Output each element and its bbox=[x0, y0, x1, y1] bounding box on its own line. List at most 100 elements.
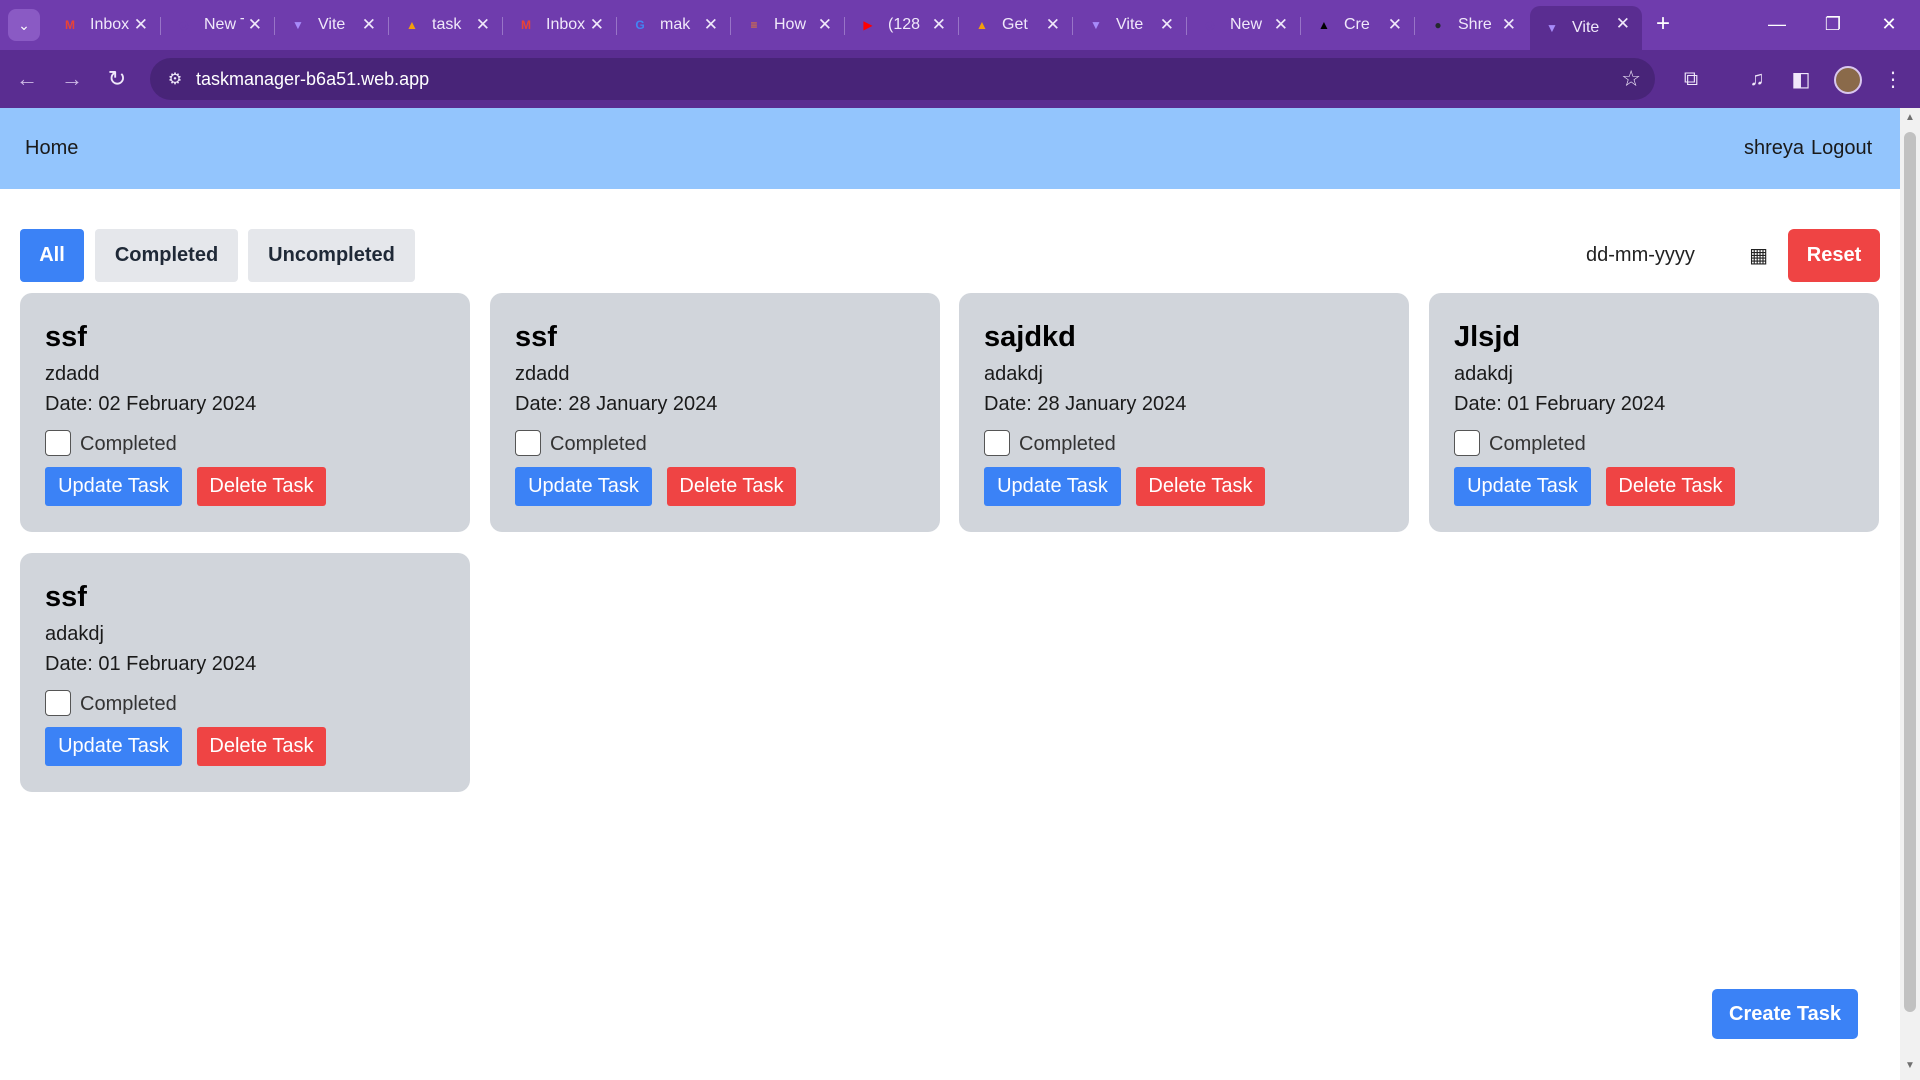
menu-icon[interactable]: ⋮ bbox=[1878, 64, 1908, 94]
task-title: Jlsjd bbox=[1454, 321, 1521, 353]
completed-label: Completed bbox=[550, 433, 647, 455]
browser-tab[interactable]: ◎ New Tab✕ bbox=[162, 7, 275, 43]
browser-tab[interactable]: M Inbox ✕ bbox=[504, 7, 617, 43]
delete-task-button[interactable]: Delete Task bbox=[197, 727, 326, 766]
tab-close-icon[interactable]: ✕ bbox=[1616, 14, 1630, 34]
vite-icon: ▼ bbox=[1546, 21, 1558, 35]
task-date: Date: 01 February 2024 bbox=[1454, 393, 1666, 415]
task-date: Date: 28 January 2024 bbox=[984, 393, 1187, 415]
extensions-icon[interactable]: ⧉ bbox=[1676, 64, 1706, 94]
completed-checkbox[interactable] bbox=[515, 430, 541, 456]
filter-uncompleted-button[interactable]: Uncompleted bbox=[248, 229, 415, 282]
browser-tab[interactable]: ▼ Vite ✕ bbox=[276, 7, 389, 43]
task-card: ssf zdadd Date: 02 February 2024 Completed U… bbox=[20, 293, 470, 532]
tab-title: (128 bbox=[888, 16, 921, 33]
tab-close-icon[interactable]: ✕ bbox=[362, 15, 376, 35]
bookmark-star-icon[interactable]: ☆ bbox=[1621, 66, 1641, 92]
firebase-icon: ▲ bbox=[406, 18, 418, 32]
task-card: ssf adakdj Date: 01 February 2024 Completed… bbox=[20, 553, 470, 792]
completed-label: Completed bbox=[1489, 433, 1586, 455]
back-button[interactable]: ← bbox=[10, 62, 44, 96]
delete-task-button[interactable]: Delete Task bbox=[197, 467, 326, 506]
tab-close-icon[interactable]: ✕ bbox=[134, 15, 148, 35]
reload-icon: ↻ bbox=[107, 66, 127, 91]
browser-tab[interactable]: Gmak ✕ bbox=[618, 7, 731, 43]
url-text[interactable]: taskmanager-b6a51.web.app bbox=[196, 69, 429, 90]
media-controls-icon[interactable]: ♫ bbox=[1742, 64, 1772, 94]
tab-title: Shre bbox=[1458, 16, 1492, 33]
scroll-down-arrow-icon[interactable]: ▼ bbox=[1904, 1060, 1916, 1072]
tab-close-icon[interactable]: ✕ bbox=[1274, 15, 1288, 35]
browser-tab[interactable]: ≡ How ✕ bbox=[732, 7, 845, 43]
completed-checkbox[interactable] bbox=[45, 690, 71, 716]
tab-close-icon[interactable]: ✕ bbox=[704, 15, 718, 35]
browser-tab[interactable]: M Inbox ✕ bbox=[48, 7, 161, 43]
tab-close-icon[interactable]: ✕ bbox=[590, 15, 604, 35]
browser-tab[interactable]: ▶ (128 ✕ bbox=[846, 7, 959, 43]
tab-close-icon[interactable]: ✕ bbox=[1388, 15, 1402, 35]
browser-tab[interactable]: ▲ task ✕ bbox=[390, 7, 503, 43]
browser-tab[interactable]: ◎ New ✕ bbox=[1188, 7, 1301, 43]
completed-checkbox[interactable] bbox=[45, 430, 71, 456]
completed-checkbox[interactable] bbox=[984, 430, 1010, 456]
tab-close-icon[interactable]: ✕ bbox=[932, 15, 946, 35]
scroll-up-arrow-icon[interactable]: ▲ bbox=[1904, 112, 1916, 124]
new-tab-button[interactable]: + bbox=[1648, 9, 1678, 39]
tab-close-icon[interactable]: ✕ bbox=[248, 15, 262, 35]
logout-link[interactable]: Logout bbox=[1811, 137, 1872, 160]
browser-tab[interactable]: ▼ Vite ✕ bbox=[1530, 6, 1642, 50]
date-placeholder: dd-mm-yyyy bbox=[1586, 244, 1695, 266]
delete-task-button[interactable]: Delete Task bbox=[667, 467, 796, 506]
tab-close-icon[interactable]: ✕ bbox=[1046, 15, 1060, 35]
tab-title: Cre bbox=[1344, 16, 1370, 33]
tab-close-icon[interactable]: ✕ bbox=[1502, 15, 1516, 35]
task-description: adakdj bbox=[1454, 363, 1513, 385]
page-scrollbar[interactable]: ▲ ▼ bbox=[1900, 108, 1920, 1080]
browser-tab[interactable]: ▲ Get ✕ bbox=[960, 7, 1073, 43]
update-task-button[interactable]: Update Task bbox=[45, 467, 182, 506]
forward-button[interactable]: → bbox=[55, 62, 89, 96]
update-task-button[interactable]: Update Task bbox=[515, 467, 652, 506]
restore-button[interactable]: ❐ bbox=[1813, 8, 1853, 40]
task-description: adakdj bbox=[45, 623, 104, 645]
update-task-button[interactable]: Update Task bbox=[45, 727, 182, 766]
update-task-button[interactable]: Update Task bbox=[1454, 467, 1591, 506]
vercel-icon: ▲ bbox=[1318, 18, 1330, 32]
chrome-icon: ◎ bbox=[1204, 18, 1216, 32]
tab-title: task bbox=[432, 16, 462, 33]
tab-close-icon[interactable]: ✕ bbox=[476, 15, 490, 35]
address-bar[interactable]: ⚙ taskmanager-b6a51.web.app ☆ bbox=[150, 58, 1655, 100]
completed-checkbox[interactable] bbox=[1454, 430, 1480, 456]
chevron-down-icon: ⌄ bbox=[18, 16, 30, 33]
window-close-button[interactable]: ✕ bbox=[1869, 8, 1909, 40]
side-panel-icon[interactable]: ◧ bbox=[1786, 64, 1816, 94]
navbar: Home shreya Logout bbox=[0, 108, 1900, 189]
calendar-icon[interactable]: ▦ bbox=[1749, 243, 1768, 268]
date-filter-input[interactable]: dd-mm-yyyy ▦ bbox=[1586, 229, 1776, 282]
tab-close-icon[interactable]: ✕ bbox=[818, 15, 832, 35]
tab-search-button[interactable]: ⌄ bbox=[8, 9, 40, 41]
tab-close-icon[interactable]: ✕ bbox=[1160, 15, 1174, 35]
tab-separator bbox=[1186, 17, 1187, 35]
tab-title: mak bbox=[660, 16, 691, 33]
browser-tab[interactable]: ● Shre ✕ bbox=[1416, 7, 1528, 43]
completed-label: Completed bbox=[1019, 433, 1116, 455]
filter-all-button[interactable]: All bbox=[20, 229, 84, 282]
browser-tab[interactable]: ▲ Cre ✕ bbox=[1302, 7, 1415, 43]
browser-tab[interactable]: ▼ Vite ✕ bbox=[1074, 7, 1187, 43]
reset-button[interactable]: Reset bbox=[1788, 229, 1880, 282]
task-description: zdadd bbox=[45, 363, 100, 385]
scroll-thumb[interactable] bbox=[1904, 132, 1916, 1012]
filter-completed-button[interactable]: Completed bbox=[95, 229, 238, 282]
site-settings-icon[interactable]: ⚙ bbox=[164, 68, 186, 90]
delete-task-button[interactable]: Delete Task bbox=[1136, 467, 1265, 506]
create-task-button[interactable]: Create Task bbox=[1712, 989, 1858, 1039]
profile-avatar[interactable] bbox=[1834, 66, 1862, 94]
minimize-button[interactable]: — bbox=[1757, 8, 1797, 40]
delete-task-button[interactable]: Delete Task bbox=[1606, 467, 1735, 506]
reload-button[interactable]: ↻ bbox=[100, 62, 134, 96]
tab-separator bbox=[844, 17, 845, 35]
update-task-button[interactable]: Update Task bbox=[984, 467, 1121, 506]
tab-separator bbox=[730, 17, 731, 35]
home-link[interactable]: Home bbox=[25, 137, 78, 160]
